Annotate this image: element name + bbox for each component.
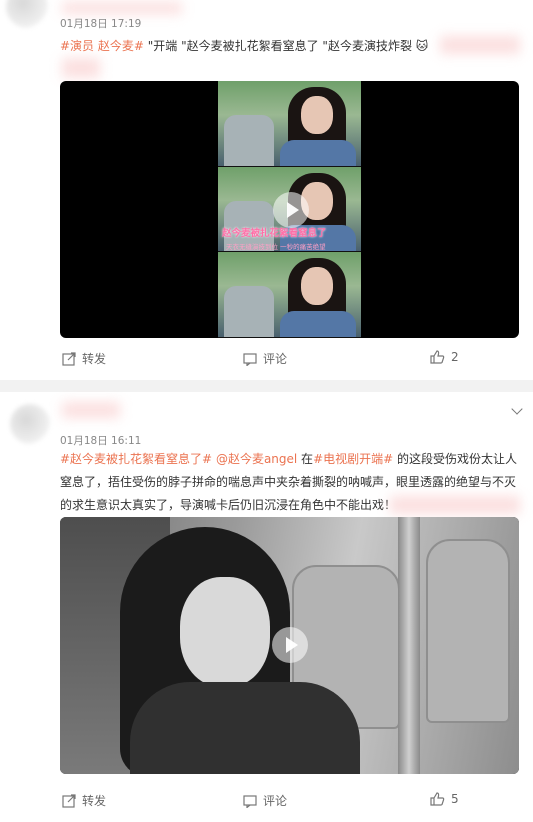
video-caption: 赵今麦被扎花絮看窒息了 [222, 227, 327, 239]
video-subcaption: 天衣无缝演技到位 一秒的痛苦绝望 [226, 242, 326, 251]
repost-icon [62, 793, 76, 808]
post-actions: 转发 评论 2 [0, 350, 533, 380]
blurred-username [62, 2, 182, 14]
post-actions: 转发 评论 5 [0, 792, 533, 822]
emoji: 🐱 [415, 39, 429, 53]
video-frame [426, 539, 510, 723]
hashtag-link[interactable]: #演员 赵今麦# [60, 39, 144, 53]
comment-icon [243, 352, 257, 366]
like-count: 5 [451, 792, 459, 806]
like-button[interactable]: 2 [430, 350, 459, 364]
blurred-area [62, 58, 100, 78]
play-icon[interactable] [272, 627, 308, 663]
comment-button[interactable]: 评论 [243, 792, 287, 809]
comment-label: 评论 [263, 794, 288, 808]
like-count: 2 [451, 350, 459, 364]
video-thumbnail[interactable] [60, 517, 519, 774]
like-icon [430, 792, 445, 806]
avatar[interactable] [6, 0, 48, 28]
repost-label: 转发 [82, 352, 107, 366]
play-icon[interactable] [273, 192, 309, 228]
video-thumbnail[interactable]: 赵今麦被扎花絮看窒息了 天衣无缝演技到位 一秒的痛苦绝望 [60, 81, 519, 338]
blurred-area [390, 496, 520, 514]
like-icon [430, 350, 445, 364]
repost-button[interactable]: 转发 [62, 350, 106, 367]
mention-link[interactable]: @赵今麦angel [212, 452, 297, 466]
repost-label: 转发 [82, 794, 107, 808]
post-body: "开端 "赵今麦被扎花絮看窒息了 "赵今麦演技炸裂 [143, 39, 412, 53]
post-separator [0, 380, 533, 392]
post-time[interactable]: 01月18日 16:11 [60, 433, 141, 448]
feed-post: 01月18日 16:11 #赵今麦被扎花絮看窒息了# @赵今麦angel 在#电… [0, 392, 533, 817]
video-frame [130, 682, 360, 774]
feed-post: 01月18日 17:19 #演员 赵今麦# "开端 "赵今麦被扎花絮看窒息了 "… [0, 0, 533, 380]
blurred-username [62, 402, 120, 418]
post-text: #演员 赵今麦# "开端 "赵今麦被扎花絮看窒息了 "赵今麦演技炸裂 🐱 [60, 35, 520, 58]
avatar[interactable] [10, 404, 50, 444]
comment-icon [243, 794, 257, 808]
chevron-down-icon[interactable] [511, 403, 523, 415]
hashtag-link[interactable]: #电视剧开端# [313, 452, 393, 466]
video-frame [218, 81, 361, 167]
video-frame [398, 517, 420, 774]
repost-icon [62, 351, 76, 366]
video-frame [180, 577, 270, 687]
comment-label: 评论 [263, 352, 288, 366]
hashtag-link[interactable]: #赵今麦被扎花絮看窒息了# [60, 452, 212, 466]
post-body-connector: 在 [297, 452, 314, 466]
like-button[interactable]: 5 [430, 792, 459, 806]
comment-button[interactable]: 评论 [243, 350, 287, 367]
post-time[interactable]: 01月18日 17:19 [60, 16, 141, 31]
repost-button[interactable]: 转发 [62, 792, 106, 809]
video-frame [218, 252, 361, 338]
